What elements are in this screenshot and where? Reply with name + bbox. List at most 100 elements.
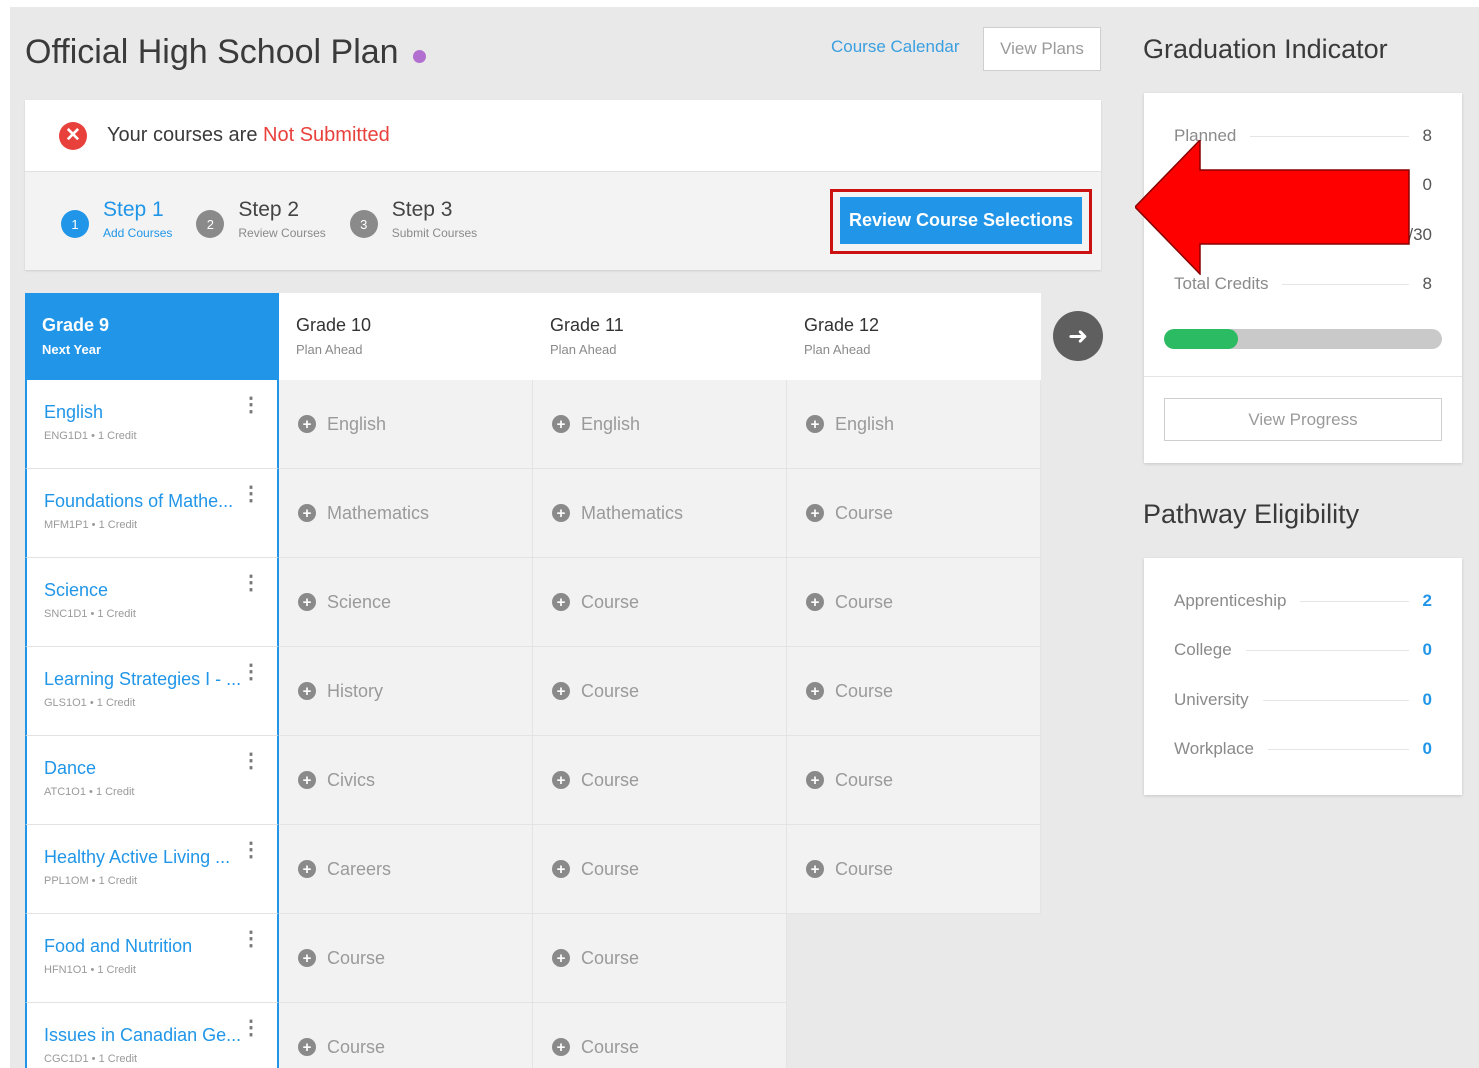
grade-header[interactable]: Grade 12 Plan Ahead bbox=[787, 293, 1041, 380]
course-card[interactable]: Dance ATC1O1 • 1 Credit ⋮ bbox=[25, 736, 279, 825]
course-card[interactable]: Food and Nutrition HFN1O1 • 1 Credit ⋮ bbox=[25, 914, 279, 1003]
course-name-link[interactable]: Learning Strategies I - ... bbox=[44, 669, 260, 690]
add-course-slot[interactable]: + Mathematics bbox=[279, 469, 533, 558]
plus-circle-icon: + bbox=[298, 682, 316, 700]
course-card[interactable]: Issues in Canadian Ge... CGC1D1 • 1 Credi… bbox=[25, 1003, 279, 1068]
course-code: CGC1D1 • 1 Credit bbox=[44, 1053, 138, 1065]
grade-title: Grade 9 bbox=[42, 315, 110, 335]
course-name-link[interactable]: Food and Nutrition bbox=[44, 936, 260, 957]
course-name-link[interactable]: Foundations of Mathe... bbox=[44, 491, 260, 512]
add-course-slot[interactable]: + Course bbox=[533, 1003, 787, 1068]
pathway-count[interactable]: 2 bbox=[1423, 591, 1432, 611]
slot-label: Mathematics bbox=[327, 502, 430, 523]
course-code: PPL1OM • 1 Credit bbox=[44, 875, 138, 887]
plus-circle-icon: + bbox=[298, 415, 316, 433]
course-name-link[interactable]: English bbox=[44, 402, 260, 423]
pathway-count[interactable]: 0 bbox=[1423, 690, 1432, 710]
course-card[interactable]: Learning Strategies I - ... GLS1O1 • 1 Cr… bbox=[25, 647, 279, 736]
step-1[interactable]: 1 Step 1 Add Courses bbox=[61, 198, 172, 240]
pathway-count[interactable]: 0 bbox=[1423, 640, 1432, 660]
add-course-slot[interactable]: + Course bbox=[279, 1003, 533, 1068]
grade-header[interactable]: Grade 9 Next Year bbox=[25, 293, 279, 380]
course-name-link[interactable]: Dance bbox=[44, 758, 260, 779]
metric-leader-line bbox=[1282, 283, 1409, 285]
add-course-slot[interactable]: + Course bbox=[533, 736, 787, 825]
add-course-slot[interactable]: + History bbox=[279, 647, 533, 736]
slot-label: Course bbox=[581, 858, 640, 879]
view-progress-button[interactable]: View Progress bbox=[1164, 398, 1442, 441]
more-options-icon[interactable]: ⋮ bbox=[241, 659, 261, 684]
slot-label: Course bbox=[581, 1036, 640, 1057]
grade-header[interactable]: Grade 11 Plan Ahead bbox=[533, 293, 787, 380]
more-options-icon[interactable]: ⋮ bbox=[241, 481, 261, 506]
slot-label: Course bbox=[327, 947, 386, 968]
add-course-slot[interactable]: + English bbox=[279, 380, 533, 469]
slot-label: Civics bbox=[327, 769, 375, 790]
slot-label: Course bbox=[835, 591, 894, 612]
add-course-slot[interactable]: + Mathematics bbox=[533, 469, 787, 558]
view-plans-button[interactable]: View Plans bbox=[983, 27, 1101, 71]
slot-label: Course bbox=[581, 947, 640, 968]
course-card[interactable]: English ENG1D1 • 1 Credit ⋮ bbox=[25, 380, 279, 469]
step-3[interactable]: 3 Step 3 Submit Courses bbox=[349, 198, 477, 240]
course-calendar-link[interactable]: Course Calendar bbox=[831, 37, 960, 57]
course-name-link[interactable]: Issues in Canadian Ge... bbox=[44, 1025, 260, 1046]
slot-label: Course bbox=[581, 769, 640, 790]
next-grades-arrow-icon[interactable]: ➜ bbox=[1053, 311, 1103, 361]
more-options-icon[interactable]: ⋮ bbox=[241, 837, 261, 862]
more-options-icon[interactable]: ⋮ bbox=[241, 570, 261, 595]
add-course-slot[interactable]: + Course bbox=[279, 914, 533, 1003]
add-course-slot[interactable]: + Science bbox=[279, 558, 533, 647]
add-course-slot[interactable]: + Course bbox=[787, 558, 1041, 647]
pathway-item[interactable]: University 0 bbox=[1174, 690, 1432, 710]
add-course-slot[interactable]: + Civics bbox=[279, 736, 533, 825]
add-course-slot[interactable]: + Careers bbox=[279, 825, 533, 914]
more-options-icon[interactable]: ⋮ bbox=[241, 392, 261, 417]
add-course-slot[interactable]: + English bbox=[533, 380, 787, 469]
add-course-slot[interactable]: + Course bbox=[787, 469, 1041, 558]
step-1-number: 1 bbox=[61, 210, 89, 238]
metric-value: 0 bbox=[1422, 175, 1432, 194]
pathway-label: College bbox=[1174, 640, 1232, 659]
more-options-icon[interactable]: ⋮ bbox=[241, 1015, 261, 1040]
course-card[interactable]: Healthy Active Living ... PPL1OM • 1 Cred… bbox=[25, 825, 279, 914]
more-options-icon[interactable]: ⋮ bbox=[241, 748, 261, 773]
pathway-count[interactable]: 0 bbox=[1423, 739, 1432, 759]
add-course-slot[interactable]: + Course bbox=[533, 558, 787, 647]
metric-value: 8 bbox=[1422, 126, 1432, 145]
more-options-icon[interactable]: ⋮ bbox=[241, 926, 261, 951]
app-canvas: Official High School Plan Course Calenda… bbox=[10, 7, 1479, 1068]
course-card[interactable]: Foundations of Mathe... MFM1P1 • 1 Credit… bbox=[25, 469, 279, 558]
status-dot bbox=[412, 49, 426, 63]
add-course-slot[interactable]: + Course bbox=[787, 647, 1041, 736]
pathway-item[interactable]: College 0 bbox=[1174, 640, 1432, 660]
status-banner: ✕ Your courses are Not Submitted bbox=[25, 100, 1101, 172]
add-course-slot[interactable]: + Course bbox=[787, 825, 1041, 914]
grade-header[interactable]: Grade 10 Plan Ahead bbox=[279, 293, 533, 380]
plus-circle-icon: + bbox=[552, 771, 570, 789]
review-course-selections-button[interactable]: Review Course Selections bbox=[840, 197, 1082, 244]
course-code: GLS1O1 • 1 Credit bbox=[44, 697, 136, 709]
grade-column: Grade 9 Next Year English ENG1D1 • 1 Credit… bbox=[25, 293, 279, 1068]
course-name-link[interactable]: Healthy Active Living ... bbox=[44, 847, 260, 868]
plus-circle-icon: + bbox=[806, 682, 824, 700]
course-card[interactable]: Science SNC1D1 • 1 Credit ⋮ bbox=[25, 558, 279, 647]
plus-circle-icon: + bbox=[552, 949, 570, 967]
slot-label: English bbox=[835, 413, 895, 434]
slot-label: Course bbox=[581, 680, 640, 701]
pathway-item[interactable]: Apprenticeship 2 bbox=[1174, 591, 1432, 611]
metric-value: 8 bbox=[1422, 274, 1432, 293]
step-2[interactable]: 2 Step 2 Review Courses bbox=[196, 198, 326, 240]
grade-subtitle: Plan Ahead bbox=[804, 342, 871, 357]
pathway-item[interactable]: Workplace 0 bbox=[1174, 739, 1432, 759]
add-course-slot[interactable]: + Course bbox=[787, 736, 1041, 825]
add-course-slot[interactable]: + Course bbox=[533, 647, 787, 736]
add-course-slot[interactable]: + Course bbox=[533, 825, 787, 914]
course-name-link[interactable]: Science bbox=[44, 580, 260, 601]
course-code: ATC1O1 • 1 Credit bbox=[44, 786, 135, 798]
submission-status-card: ✕ Your courses are Not Submitted 1 Step … bbox=[25, 100, 1101, 270]
add-course-slot[interactable]: + Course bbox=[533, 914, 787, 1003]
add-course-slot[interactable]: + English bbox=[787, 380, 1041, 469]
metric-label: Total Credits bbox=[1174, 274, 1269, 293]
metric-leader-line bbox=[1262, 699, 1409, 701]
